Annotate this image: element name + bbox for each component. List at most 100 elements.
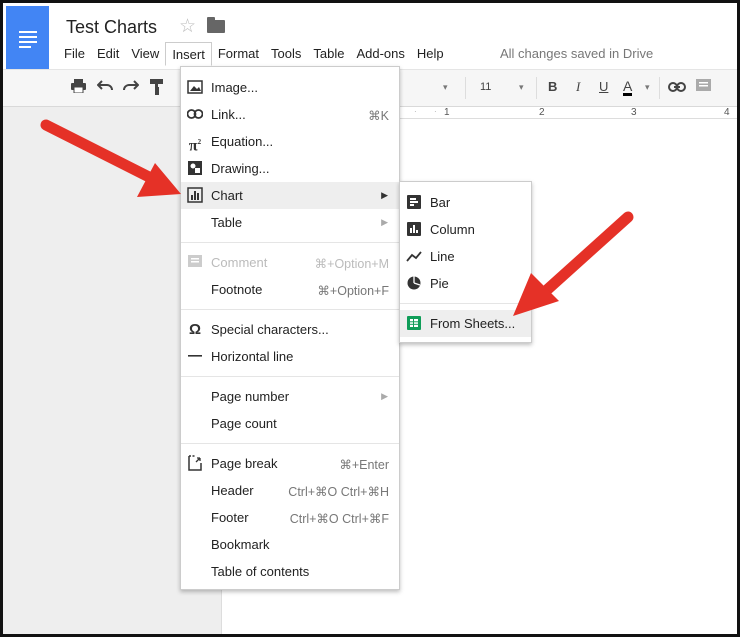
pie-chart-icon <box>407 276 421 290</box>
menu-item-comment[interactable]: Comment ⌘+Option+M <box>181 249 399 276</box>
menu-item-table-of-contents[interactable]: Table of contents <box>181 558 399 585</box>
menu-item-chart[interactable]: Chart ▶ <box>181 182 399 209</box>
column-chart-icon <box>407 222 421 236</box>
menu-item-label: Footnote <box>211 282 263 297</box>
menu-item-label: Header <box>211 483 254 498</box>
italic-icon[interactable]: I <box>576 79 580 95</box>
submenu-arrow-icon: ▶ <box>381 391 388 401</box>
menu-item-footer[interactable]: Footer Ctrl+⌘O Ctrl+⌘F <box>181 504 399 531</box>
shortcut-text: Ctrl+⌘O Ctrl+⌘H <box>288 485 389 499</box>
submenu-item-from-sheets[interactable]: From Sheets... <box>400 310 531 337</box>
shortcut-text: ⌘+Enter <box>339 458 389 472</box>
menu-tools[interactable]: Tools <box>265 42 307 66</box>
menu-item-label: Footer <box>211 510 249 525</box>
text-color-icon[interactable]: A <box>623 79 633 96</box>
drawing-icon <box>188 161 202 175</box>
menu-table[interactable]: Table <box>307 42 350 66</box>
document-title[interactable]: Test Charts <box>66 17 157 38</box>
menu-item-page-number[interactable]: Page number ▶ <box>181 383 399 410</box>
menu-divider <box>400 303 531 304</box>
text-color-dropdown-icon[interactable]: ▾ <box>645 82 650 93</box>
bold-icon[interactable]: B <box>548 79 557 94</box>
submenu-item-line[interactable]: Line <box>400 243 531 270</box>
star-icon[interactable]: ☆ <box>179 15 196 38</box>
ruler-tick: 4 <box>724 107 730 118</box>
app-header: Test Charts ☆ File Edit View Insert Form… <box>3 3 737 69</box>
menu-item-label: Page number <box>211 389 290 404</box>
sheets-icon <box>407 316 421 330</box>
folder-icon[interactable] <box>207 17 225 33</box>
font-size-value[interactable]: 11 <box>480 81 491 93</box>
ruler-dot: · <box>434 107 437 116</box>
comment-icon[interactable] <box>696 79 711 98</box>
menu-item-horizontal-line[interactable]: Horizontal line <box>181 343 399 370</box>
link-icon <box>187 109 203 119</box>
menu-item-equation[interactable]: π2 Equation... <box>181 128 399 155</box>
insert-link-icon[interactable] <box>668 79 686 96</box>
redo-icon[interactable] <box>123 79 140 96</box>
menu-item-label: Table <box>211 215 243 230</box>
page-break-icon <box>188 455 202 471</box>
submenu-arrow-icon: ▶ <box>381 190 388 200</box>
menu-view[interactable]: View <box>125 42 165 66</box>
print-icon[interactable] <box>71 79 86 97</box>
toolbar-separator <box>659 77 660 99</box>
menu-item-label: Horizontal line <box>211 349 294 364</box>
menu-item-label: Chart <box>211 188 243 203</box>
shortcut-text: ⌘+Option+M <box>314 257 389 271</box>
menu-item-footnote[interactable]: Footnote ⌘+Option+F <box>181 276 399 303</box>
pi-icon: π2 <box>188 137 202 155</box>
menu-item-label: Special characters... <box>211 322 329 337</box>
docs-logo-icon[interactable] <box>6 6 49 69</box>
font-size-dropdown-icon[interactable]: ▾ <box>519 82 524 93</box>
image-icon <box>187 80 203 94</box>
menu-item-image[interactable]: Image... <box>181 74 399 101</box>
paint-format-icon[interactable] <box>150 79 164 99</box>
shortcut-text: ⌘+Option+F <box>317 284 389 298</box>
toolbar-separator <box>536 77 537 99</box>
menu-help[interactable]: Help <box>411 42 450 66</box>
submenu-item-label: Column <box>430 222 475 237</box>
menu-item-label: Equation... <box>211 134 274 149</box>
submenu-item-pie[interactable]: Pie <box>400 270 531 297</box>
menu-item-label: Page count <box>211 416 277 431</box>
menu-item-label: Table of contents <box>211 564 310 579</box>
menu-format[interactable]: Format <box>212 42 265 66</box>
menu-item-bookmark[interactable]: Bookmark <box>181 531 399 558</box>
menu-item-special-characters[interactable]: Ω Special characters... <box>181 316 399 343</box>
submenu-item-label: Line <box>430 249 455 264</box>
menu-edit[interactable]: Edit <box>91 42 125 66</box>
menu-divider <box>181 376 399 377</box>
menu-addons[interactable]: Add-ons <box>350 42 410 66</box>
underline-icon[interactable]: U <box>599 79 608 94</box>
menu-item-label: Bookmark <box>211 537 270 552</box>
submenu-item-label: Pie <box>430 276 449 291</box>
menu-bar: File Edit View Insert Format Tools Table… <box>58 42 450 66</box>
menu-item-link[interactable]: Link... ⌘K <box>181 101 399 128</box>
ruler-tick: 2 <box>539 107 545 118</box>
shortcut-text: Ctrl+⌘O Ctrl+⌘F <box>289 512 389 526</box>
menu-insert[interactable]: Insert <box>165 42 212 66</box>
submenu-item-label: Bar <box>430 195 451 210</box>
save-status: All changes saved in Drive <box>500 46 654 61</box>
menu-item-page-break[interactable]: Page break ⌘+Enter <box>181 450 399 477</box>
menu-item-drawing[interactable]: Drawing... <box>181 155 399 182</box>
chart-submenu: Bar Column Line Pie From Sheets... <box>399 181 532 343</box>
submenu-item-bar[interactable]: Bar <box>400 189 531 216</box>
ruler-dot: · <box>414 107 417 116</box>
comment-icon <box>188 255 202 267</box>
menu-item-header[interactable]: Header Ctrl+⌘O Ctrl+⌘H <box>181 477 399 504</box>
shortcut-text: ⌘K <box>368 109 389 123</box>
menu-item-label: Comment <box>211 255 268 270</box>
menu-item-table[interactable]: Table ▶ <box>181 209 399 236</box>
undo-icon[interactable] <box>96 79 113 96</box>
submenu-item-column[interactable]: Column <box>400 216 531 243</box>
insert-menu: Image... Link... ⌘K π2 Equation... Drawi… <box>180 66 400 590</box>
menu-file[interactable]: File <box>58 42 91 66</box>
menu-item-label: Drawing... <box>211 161 270 176</box>
menu-item-page-count[interactable]: Page count <box>181 410 399 437</box>
ruler-tick: 1 <box>444 107 450 118</box>
submenu-item-label: From Sheets... <box>430 316 516 331</box>
font-dropdown-arrow-icon[interactable]: ▾ <box>443 82 448 93</box>
menu-divider <box>181 309 399 310</box>
